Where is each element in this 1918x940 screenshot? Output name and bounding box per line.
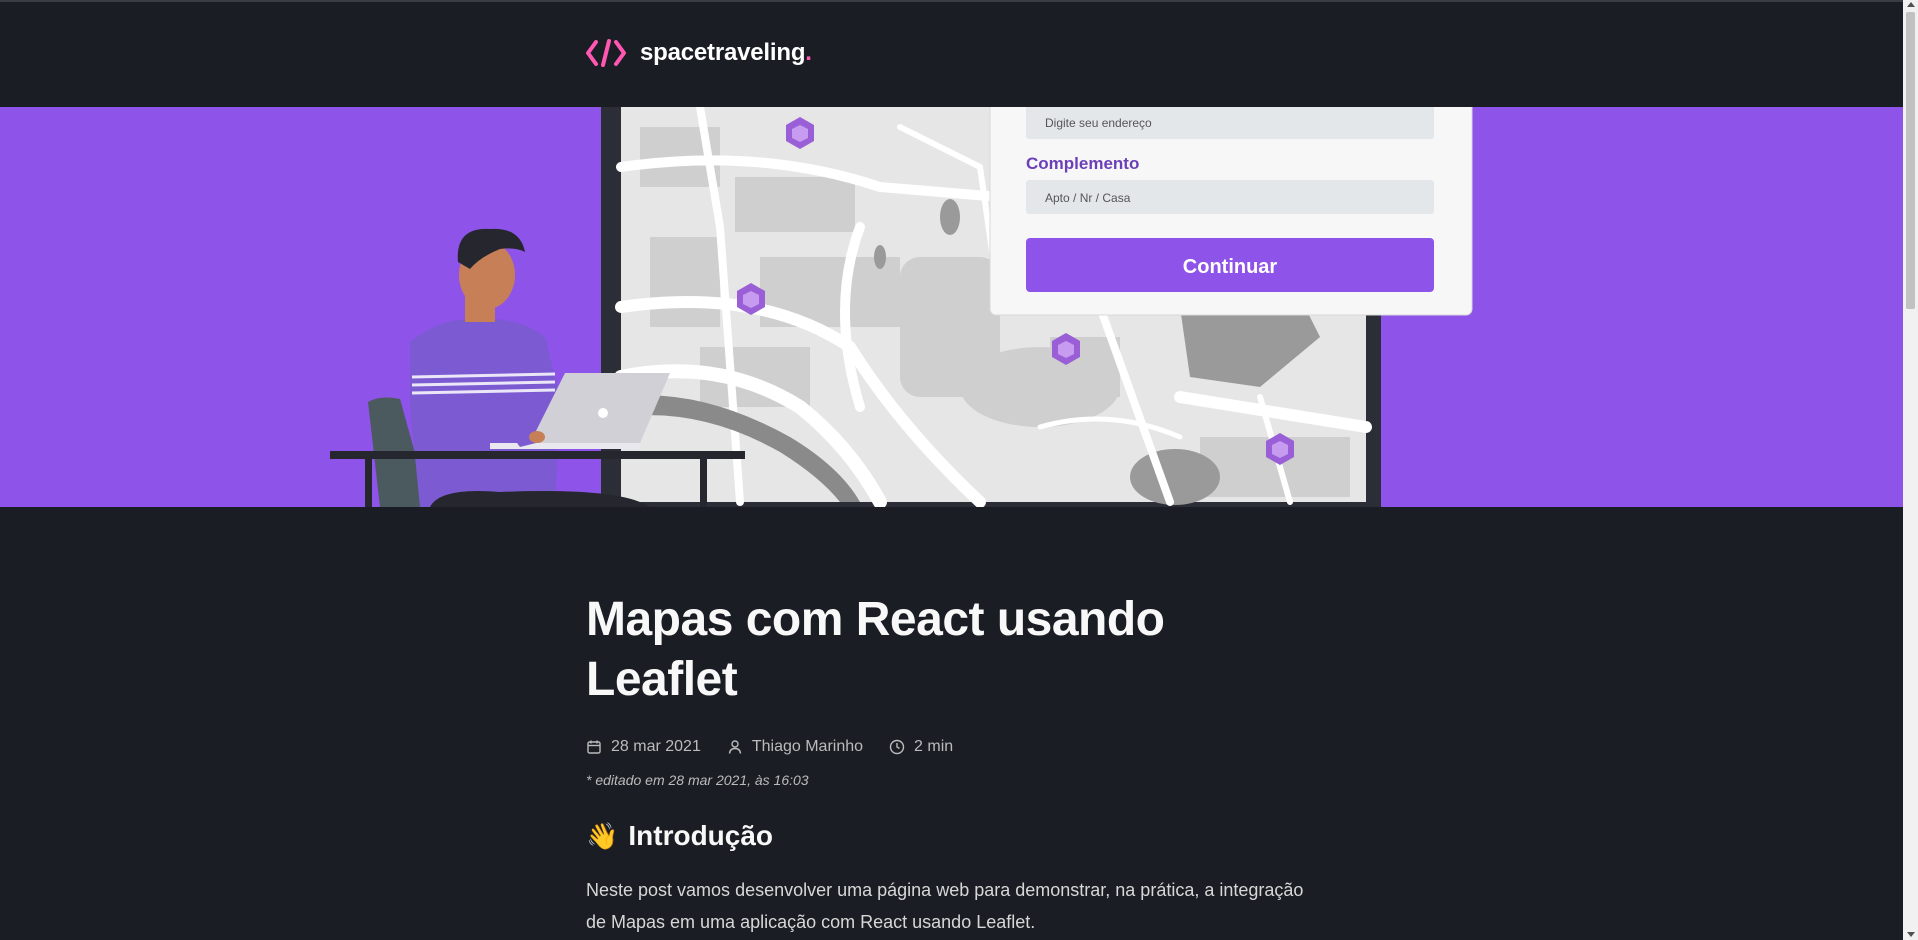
- scrollbar-thumb[interactable]: [1906, 12, 1915, 309]
- section-heading: 👋 Introdução: [586, 820, 1306, 852]
- post-reading-time-text: 2 min: [914, 738, 954, 755]
- post-reading-time: 2 min: [889, 738, 953, 756]
- section-heading-text: Introdução: [628, 820, 774, 851]
- post-date: 28 mar 2021: [586, 738, 701, 756]
- code-brackets-icon: [586, 39, 626, 67]
- scroll-down-arrow-icon[interactable]: [1907, 932, 1915, 937]
- calendar-icon: [587, 740, 601, 754]
- continue-button-label: Continuar: [1183, 256, 1278, 278]
- banner-illustration: Digite seu endereço Complemento Apto / N…: [330, 107, 1473, 507]
- complement-label: Complemento: [1026, 154, 1139, 173]
- post-author-text: Thiago Marinho: [751, 738, 864, 755]
- site-header: spacetraveling.: [0, 0, 1903, 107]
- desk: [330, 451, 745, 459]
- post-edited-note: * editado em 28 mar 2021, às 16:03: [586, 772, 809, 788]
- post-banner: Digite seu endereço Complemento Apto / N…: [0, 107, 1903, 507]
- scroll-up-arrow-icon[interactable]: [1907, 2, 1915, 7]
- post-content: Mapas com React usando Leaflet 28 mar 20…: [586, 590, 1306, 938]
- complement-placeholder: Apto / Nr / Casa: [1045, 191, 1131, 205]
- user-icon: [728, 740, 742, 754]
- post-paragraph: Neste post vamos desenvolver uma página …: [586, 880, 1304, 932]
- clock-icon: [889, 739, 905, 755]
- site-logo[interactable]: spacetraveling.: [586, 38, 812, 68]
- logo-text: spacetraveling.: [640, 39, 812, 66]
- address-placeholder: Digite seu endereço: [1045, 116, 1152, 130]
- post-date-text: 28 mar 2021: [611, 738, 701, 755]
- post-title: Mapas com React usando Leaflet: [586, 593, 1165, 706]
- page-scrollbar[interactable]: [1903, 0, 1918, 940]
- waving-hand-icon: 👋: [586, 820, 619, 851]
- post-author: Thiago Marinho: [727, 738, 863, 756]
- post-meta: 28 mar 2021 Thiago Marinho 2 min: [586, 738, 1306, 756]
